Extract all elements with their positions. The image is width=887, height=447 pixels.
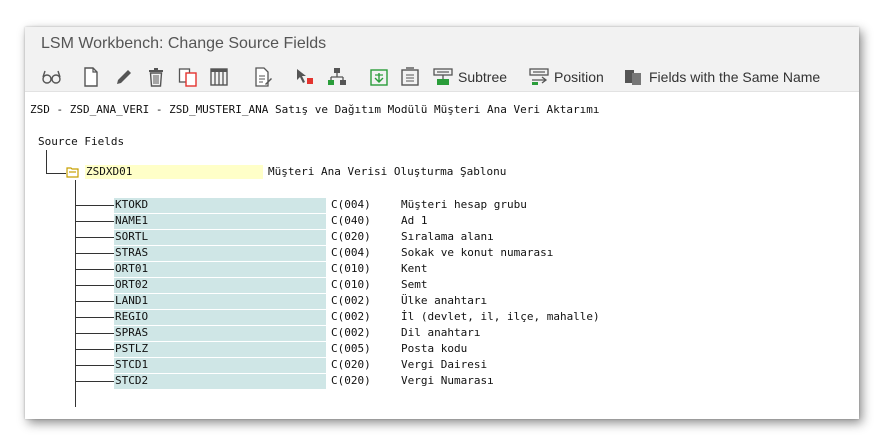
tree-root-label: Source Fields bbox=[38, 135, 125, 148]
field-name[interactable]: ORT02 bbox=[115, 278, 148, 292]
field-description: Ülke anahtarı bbox=[401, 294, 488, 307]
tree-connector bbox=[75, 205, 114, 206]
delete-button[interactable] bbox=[147, 67, 165, 87]
field-type: C(002) bbox=[331, 310, 371, 323]
tree-connector bbox=[46, 173, 66, 174]
field-type: C(002) bbox=[331, 326, 371, 339]
collapse-button[interactable] bbox=[401, 67, 419, 87]
document-edit-icon bbox=[253, 67, 273, 87]
field-name[interactable]: SORTL bbox=[115, 230, 148, 244]
field-description: Vergi Dairesi bbox=[401, 358, 488, 371]
header-line: ZSD - ZSD_ANA_VERI - ZSD_MUSTERI_ANA Sat… bbox=[30, 103, 600, 116]
subtree-label: Subtree bbox=[458, 69, 508, 85]
tree-connector bbox=[75, 301, 114, 302]
structure-description: Müşteri Ana Verisi Oluşturma Şablonu bbox=[268, 165, 507, 178]
lsm-window: LSM Workbench: Change Source Fields Subt… bbox=[25, 27, 859, 419]
title-bar: LSM Workbench: Change Source Fields bbox=[25, 27, 859, 63]
tree-connector bbox=[75, 221, 114, 222]
field-description: Kent bbox=[401, 262, 428, 275]
structure-name[interactable]: ZSDXD01 bbox=[86, 165, 132, 179]
collapse-icon bbox=[401, 67, 419, 87]
hierarchy-button[interactable] bbox=[327, 67, 347, 87]
tree-connector bbox=[75, 253, 114, 254]
glasses-icon bbox=[41, 68, 63, 86]
window-title: LSM Workbench: Change Source Fields bbox=[41, 35, 327, 52]
field-description: Sıralama alanı bbox=[401, 230, 494, 243]
field-type: C(002) bbox=[331, 294, 371, 307]
field-name[interactable]: SPRAS bbox=[115, 326, 148, 340]
table-icon bbox=[210, 67, 228, 87]
expand-button[interactable] bbox=[370, 67, 388, 87]
field-name[interactable]: STCD1 bbox=[115, 358, 148, 372]
application-toolbar: Subtree Position Fields with the Same Na… bbox=[25, 63, 859, 92]
source-fields-content: ZSD - ZSD_ANA_VERI - ZSD_MUSTERI_ANA Sat… bbox=[25, 92, 859, 419]
field-type: C(004) bbox=[331, 198, 371, 211]
folder-icon bbox=[66, 166, 79, 181]
field-name[interactable]: ORT01 bbox=[115, 262, 148, 276]
field-type: C(020) bbox=[331, 358, 371, 371]
subtree-icon bbox=[433, 67, 453, 87]
tree-connector bbox=[75, 269, 114, 270]
field-description: İl (devlet, il, ilçe, mahalle) bbox=[401, 310, 600, 323]
tree-connector bbox=[75, 349, 114, 350]
select-button[interactable] bbox=[295, 67, 315, 87]
copy-icon bbox=[178, 67, 198, 87]
create-button[interactable] bbox=[83, 67, 99, 87]
tree-connector bbox=[75, 180, 76, 407]
edit-document-button[interactable] bbox=[253, 67, 273, 87]
same-name-fields-button[interactable]: Fields with the Same Name bbox=[624, 67, 820, 87]
field-description: Müşteri hesap grubu bbox=[401, 198, 527, 211]
position-icon bbox=[529, 67, 549, 87]
tree-connector bbox=[46, 150, 47, 173]
field-name[interactable]: LAND1 bbox=[115, 294, 148, 308]
trash-icon bbox=[147, 67, 165, 87]
tree-connector bbox=[75, 237, 114, 238]
field-description: Posta kodu bbox=[401, 342, 468, 355]
field-name[interactable]: STCD2 bbox=[115, 374, 148, 388]
tree-connector bbox=[75, 381, 114, 382]
tree-connector bbox=[75, 285, 114, 286]
field-description: Semt bbox=[401, 278, 428, 291]
change-button[interactable] bbox=[114, 67, 134, 87]
field-name[interactable]: KTOKD bbox=[115, 198, 148, 212]
field-name[interactable]: NAME1 bbox=[115, 214, 148, 228]
field-type: C(020) bbox=[331, 374, 371, 387]
fields-same-name-icon bbox=[624, 67, 644, 87]
field-type: C(040) bbox=[331, 214, 371, 227]
field-description: Sokak ve konut numarası bbox=[401, 246, 554, 259]
expand-icon bbox=[370, 67, 388, 87]
copy-button[interactable] bbox=[178, 67, 198, 87]
tree-connector bbox=[75, 317, 114, 318]
field-type: C(005) bbox=[331, 342, 371, 355]
position-label: Position bbox=[554, 69, 604, 85]
tree-connector bbox=[75, 333, 114, 334]
field-name[interactable]: STRAS bbox=[115, 246, 148, 260]
subtree-button[interactable]: Subtree bbox=[433, 67, 507, 87]
field-type: C(010) bbox=[331, 278, 371, 291]
pencil-icon bbox=[114, 67, 134, 87]
field-type: C(004) bbox=[331, 246, 371, 259]
position-button[interactable]: Position bbox=[529, 67, 604, 87]
hierarchy-icon bbox=[327, 67, 347, 87]
new-document-icon bbox=[83, 67, 99, 87]
field-type: C(010) bbox=[331, 262, 371, 275]
field-name[interactable]: PSTLZ bbox=[115, 342, 148, 356]
field-description: Vergi Numarası bbox=[401, 374, 494, 387]
table-view-button[interactable] bbox=[210, 67, 228, 87]
cursor-select-icon bbox=[295, 67, 315, 87]
display-button[interactable] bbox=[41, 67, 63, 87]
tree-connector bbox=[75, 365, 114, 366]
field-name[interactable]: REGIO bbox=[115, 310, 148, 324]
field-description: Ad 1 bbox=[401, 214, 428, 227]
field-type: C(020) bbox=[331, 230, 371, 243]
same-name-fields-label: Fields with the Same Name bbox=[649, 69, 821, 85]
field-description: Dil anahtarı bbox=[401, 326, 481, 339]
